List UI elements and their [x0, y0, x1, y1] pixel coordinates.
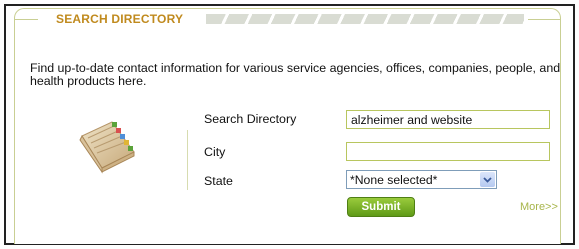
description-text: Find up-to-date contact information for … [30, 61, 561, 88]
more-link[interactable]: More>> [520, 201, 558, 213]
submit-button[interactable]: Submit [347, 197, 415, 217]
legend-rule-left [15, 19, 38, 20]
panel-title: SEARCH DIRECTORY [46, 12, 196, 26]
form-divider [187, 130, 188, 190]
search-directory-input[interactable] [346, 110, 550, 129]
decorative-stripes [206, 14, 524, 24]
search-directory-label: Search Directory [204, 112, 297, 126]
state-select[interactable]: *None selected* [346, 170, 497, 189]
city-label: City [204, 145, 226, 159]
city-input[interactable] [346, 142, 550, 161]
state-select-value: *None selected* [350, 173, 438, 187]
chevron-down-icon[interactable] [480, 172, 495, 187]
state-label: State [204, 174, 233, 188]
legend-rule-right [528, 19, 560, 20]
directory-book-icon [76, 114, 138, 174]
